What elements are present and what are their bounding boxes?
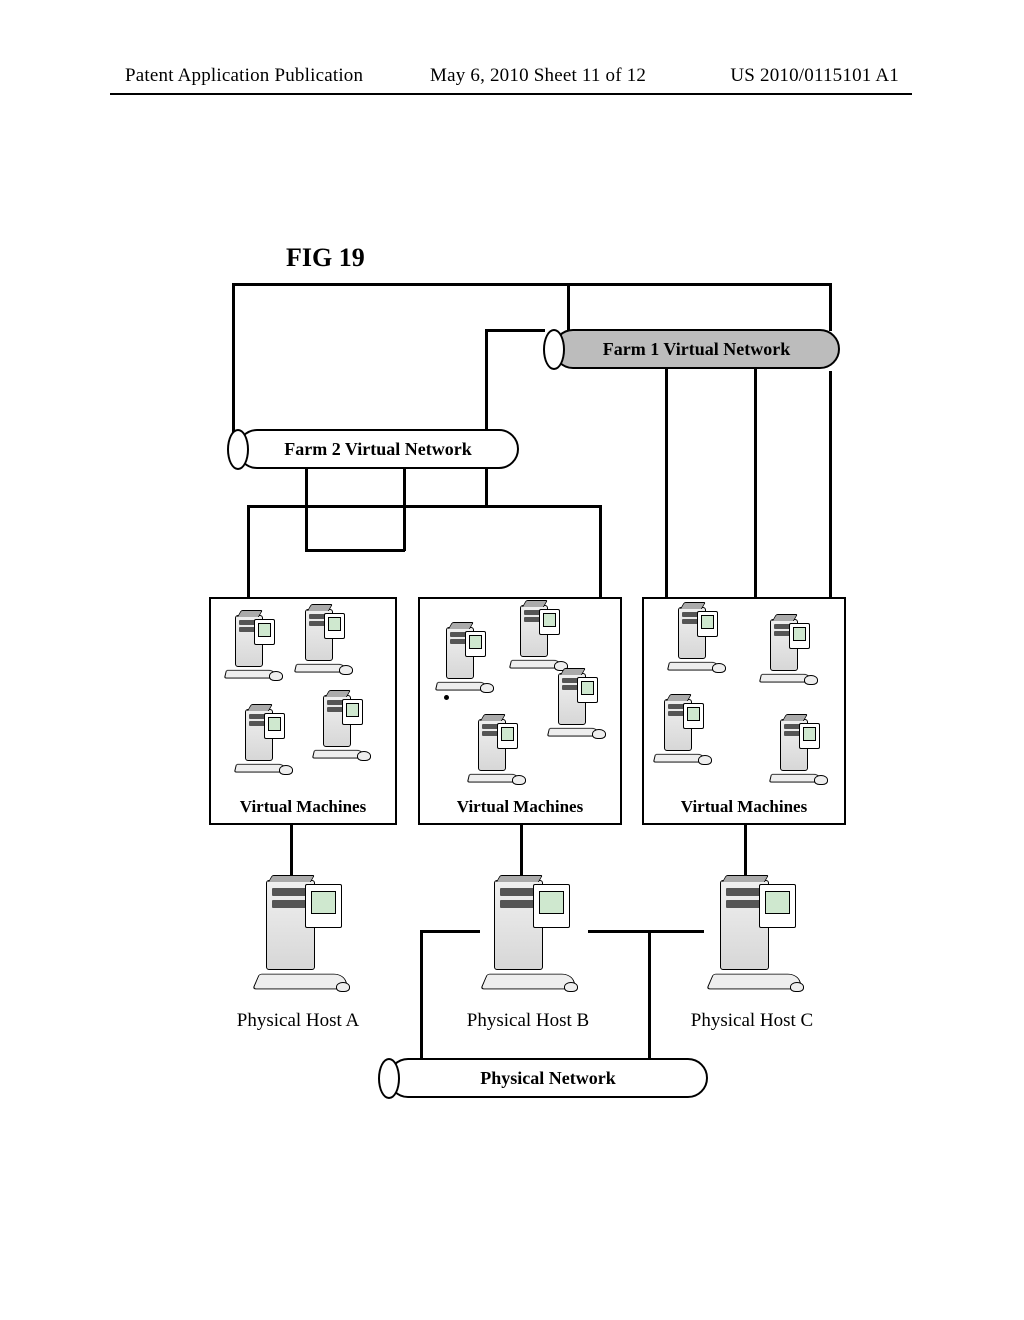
farm1-left-down [485,329,488,505]
figure-title: FIG 19 [286,243,365,273]
server-icon [297,609,343,673]
phys-conn-left [420,930,423,1062]
farm1-network: Farm 1 Virtual Network [553,329,840,369]
phys-conn-right-h [648,930,704,933]
farm2-network: Farm 2 Virtual Network [237,429,519,469]
farm1-conn-c [754,369,757,601]
vm-group-c-label: Virtual Machines [644,797,844,817]
farm1-hrun [247,505,602,508]
farm2-conn-mid [403,469,406,551]
farm1-network-label: Farm 1 Virtual Network [603,339,790,360]
farm1-left-join [485,329,545,332]
frame-right-upper [829,283,832,331]
vm-group-c: Virtual Machines [642,597,846,825]
farm1-conn-top [567,283,570,330]
cyl-cap-icon [378,1058,400,1099]
physical-host-a-label: Physical Host A [218,1010,378,1032]
page: Patent Application Publication May 6, 20… [0,0,1024,1320]
server-icon [227,615,273,679]
server-icon [512,605,558,669]
server-icon [656,699,702,763]
header-rule [110,93,912,95]
phys-conn-left-h [420,930,480,933]
server-icon [762,619,808,683]
vm-group-a-label: Virtual Machines [211,797,395,817]
server-icon [772,719,818,783]
frame-left [232,283,235,433]
server-icon [438,627,484,691]
header-left: Patent Application Publication [125,65,363,87]
server-icon [470,719,516,783]
phys-conn-mid [648,930,651,1062]
header-right: US 2010/0115101 A1 [730,65,899,87]
server-icon [670,607,716,671]
dot-icon [444,695,449,700]
vm-group-a: Virtual Machines [209,597,397,825]
physical-host-a-icon [258,880,340,990]
vm-group-b: Virtual Machines [418,597,622,825]
cyl-cap-icon [227,429,249,470]
physical-host-b-icon [486,880,568,990]
physical-network-label: Physical Network [480,1068,615,1089]
cyl-cap-icon [543,329,565,370]
farm1-to-a [247,505,250,601]
physical-host-b-label: Physical Host B [448,1010,608,1032]
frame-right-lower [829,371,832,599]
vm-group-b-label: Virtual Machines [420,797,620,817]
physical-network: Physical Network [388,1058,708,1098]
server-icon [237,709,283,773]
frame-top [232,283,832,286]
farm2-h [305,549,405,552]
server-icon [550,673,596,737]
server-icon [315,695,361,759]
phys-conn-mid-h [588,930,650,933]
farm1-conn-b [665,369,668,601]
farm2-conn-a [305,469,308,549]
farm2-network-label: Farm 2 Virtual Network [284,439,471,460]
physical-host-c-label: Physical Host C [672,1010,832,1032]
farm1-to-b2 [599,505,602,601]
header-middle: May 6, 2010 Sheet 11 of 12 [430,65,646,87]
physical-host-c-icon [712,880,794,990]
